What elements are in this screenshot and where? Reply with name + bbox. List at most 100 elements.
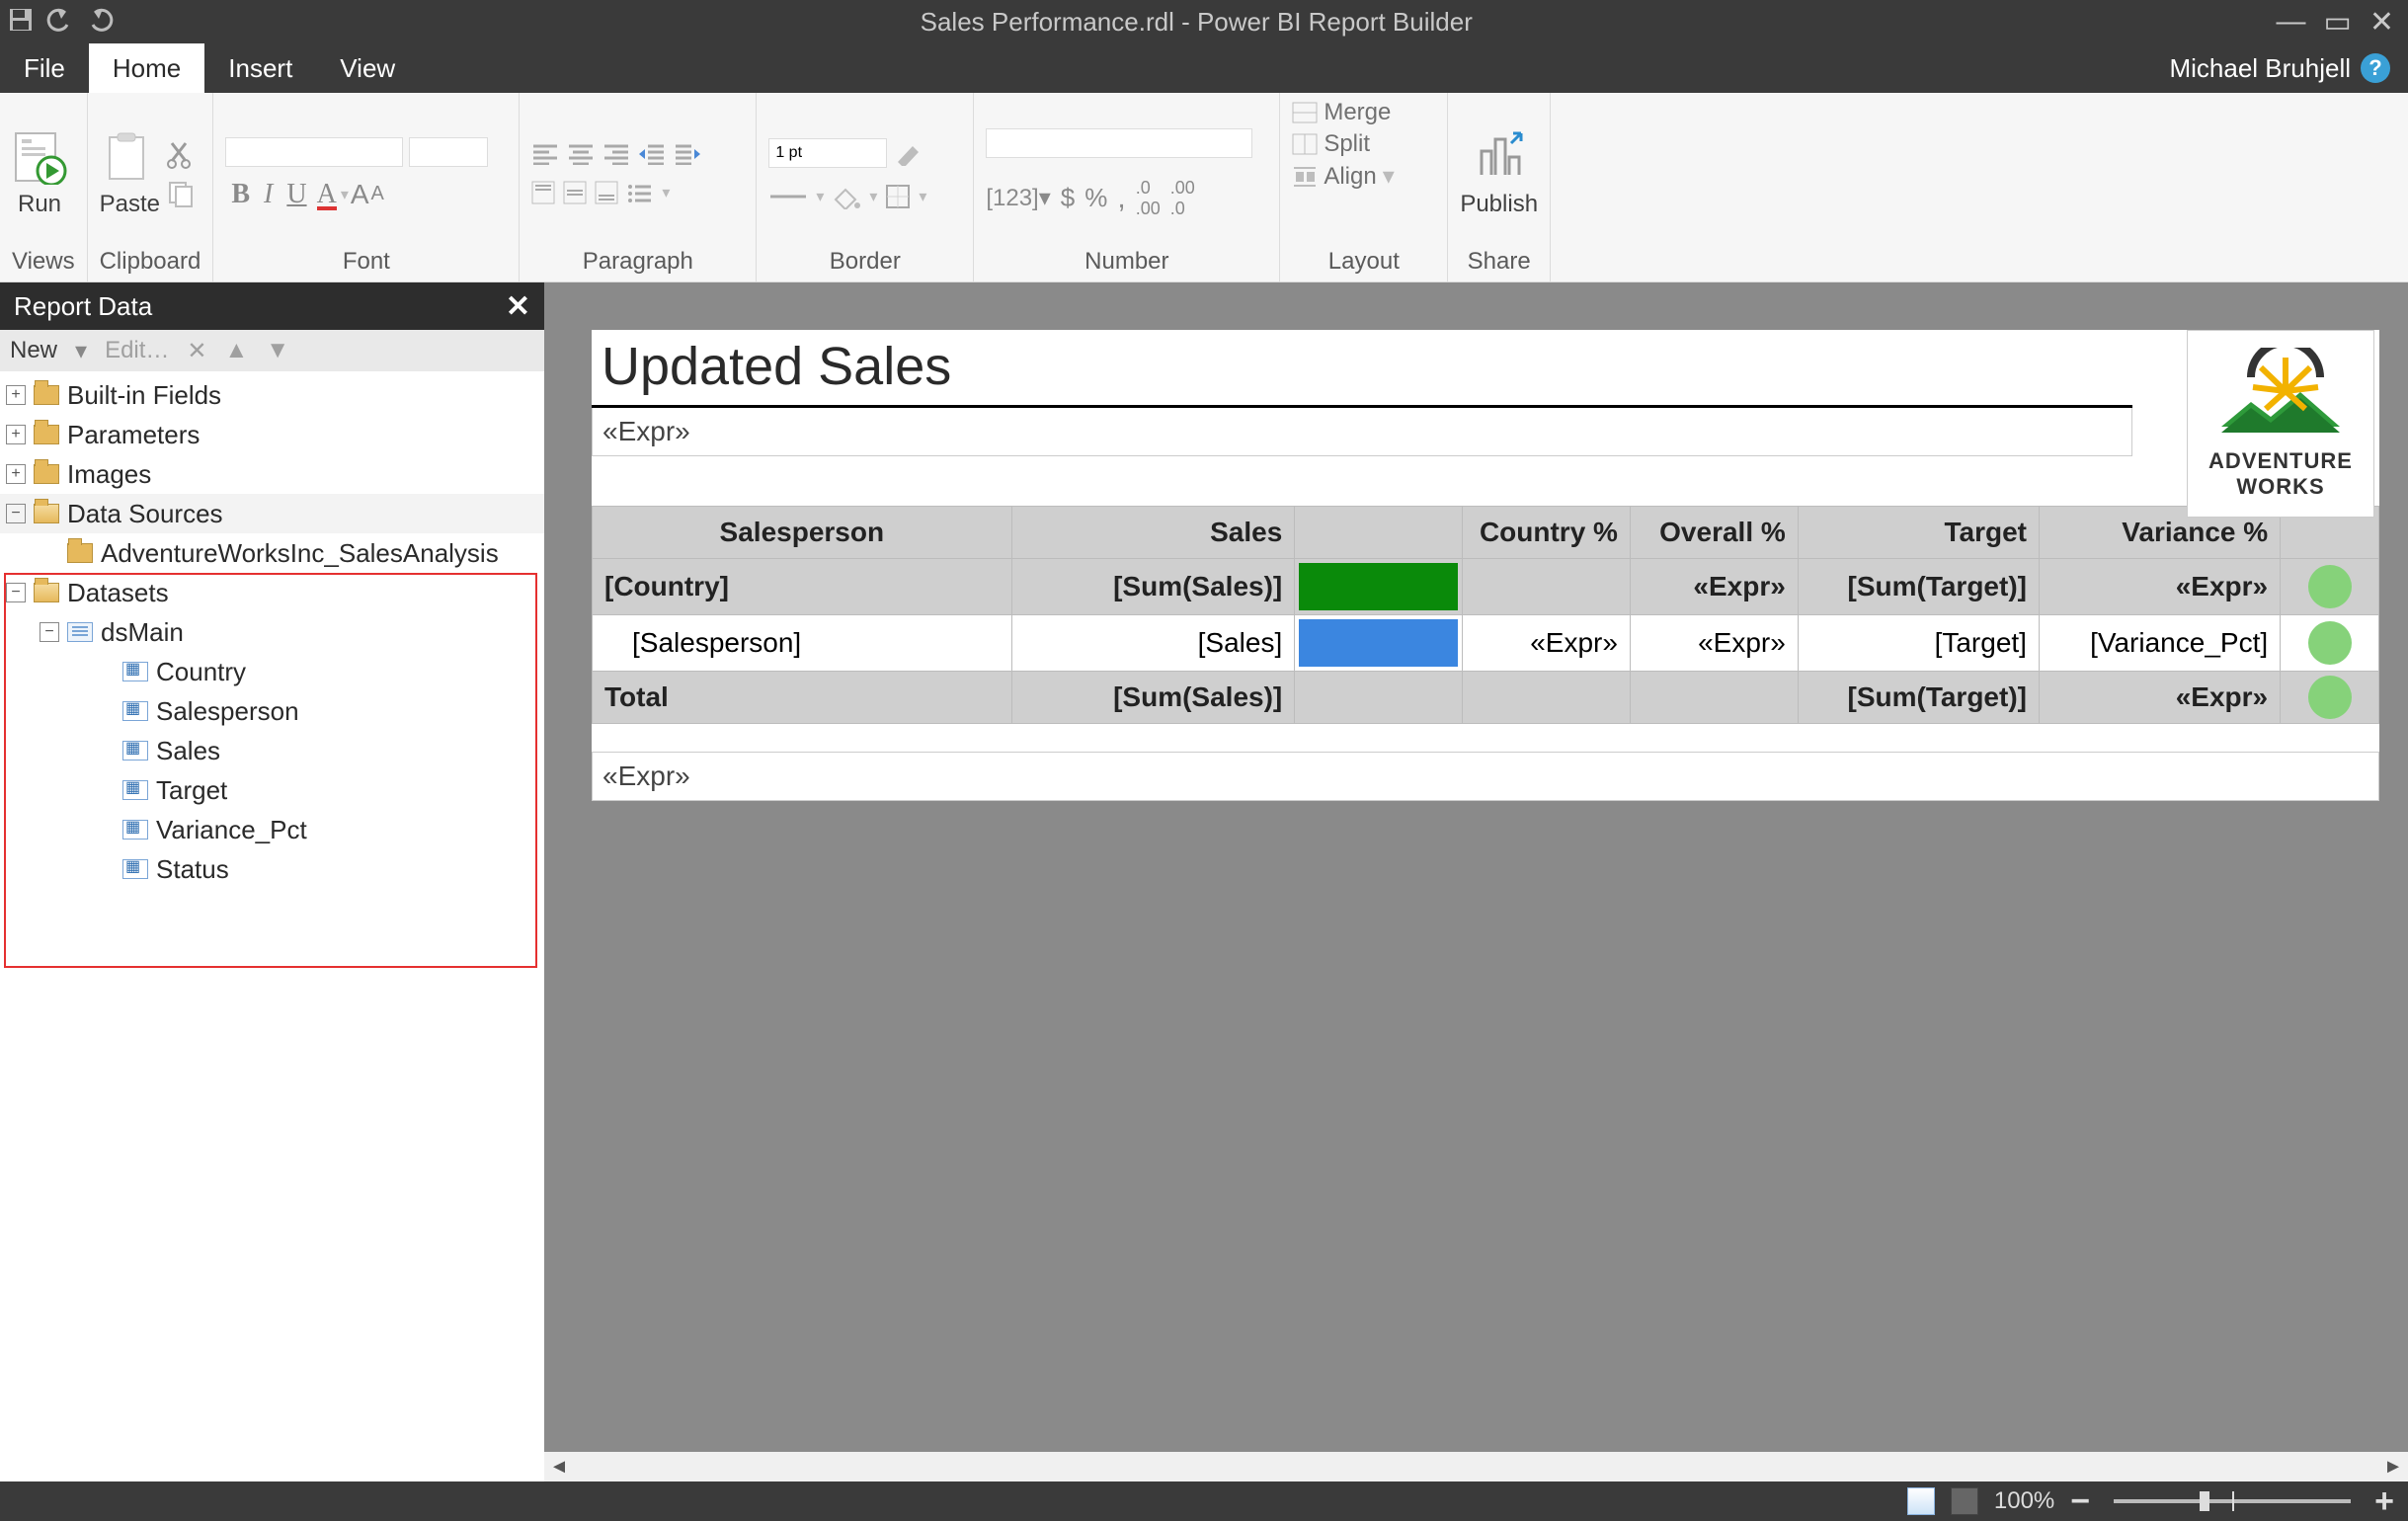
panel-tree[interactable]: +Built-in Fields +Parameters +Images −Da…: [0, 371, 544, 1481]
cell[interactable]: [Variance_Pct]: [2039, 615, 2280, 672]
tree-parameters[interactable]: Parameters: [67, 420, 200, 450]
font-shrink-button[interactable]: A: [371, 183, 384, 205]
preview-icon[interactable]: [1951, 1487, 1978, 1515]
tree-field[interactable]: Salesperson: [156, 696, 299, 727]
cell[interactable]: [Target]: [1798, 615, 2039, 672]
decrease-decimal-icon[interactable]: .00.0: [1170, 178, 1195, 219]
tree-field[interactable]: Status: [156, 854, 229, 885]
cell-indicator[interactable]: [2281, 559, 2379, 615]
placeholder-icon[interactable]: [123]▾: [986, 184, 1050, 212]
align-left-icon[interactable]: [531, 143, 559, 165]
tree-datasets[interactable]: Datasets: [67, 578, 169, 608]
col-salesperson[interactable]: Salesperson: [593, 507, 1012, 559]
align-center-icon[interactable]: [567, 143, 595, 165]
tree-field[interactable]: Target: [156, 775, 227, 806]
publish-button[interactable]: Publish: [1460, 129, 1538, 218]
cell[interactable]: [Sum(Sales)]: [1011, 559, 1295, 615]
col-country-pct[interactable]: Country %: [1463, 507, 1631, 559]
tab-insert[interactable]: Insert: [204, 43, 316, 93]
col-sales[interactable]: Sales: [1011, 507, 1295, 559]
tree-ds-item[interactable]: AdventureWorksInc_SalesAnalysis: [101, 538, 499, 569]
cell[interactable]: [Sum(Target)]: [1798, 559, 2039, 615]
outdent-icon[interactable]: [638, 143, 666, 165]
report-subtitle[interactable]: «Expr»: [592, 408, 2132, 456]
scroll-left-icon[interactable]: ◄: [544, 1456, 574, 1479]
align-right-icon[interactable]: [602, 143, 630, 165]
run-button[interactable]: Run: [12, 129, 67, 218]
cell[interactable]: Total: [593, 672, 1012, 724]
expand-icon[interactable]: +: [6, 425, 26, 444]
currency-icon[interactable]: $: [1061, 183, 1075, 213]
zoom-slider[interactable]: [2114, 1499, 2351, 1503]
tab-file[interactable]: File: [0, 43, 89, 93]
col-target[interactable]: Target: [1798, 507, 2039, 559]
merge-button[interactable]: Merge: [1292, 99, 1391, 126]
cell[interactable]: «Expr»: [1630, 559, 1798, 615]
collapse-icon[interactable]: −: [40, 622, 59, 642]
copy-icon[interactable]: [166, 179, 196, 208]
report-footer[interactable]: «Expr»: [592, 752, 2379, 801]
cell[interactable]: [1630, 672, 1798, 724]
border-style-icon[interactable]: [768, 187, 808, 206]
help-icon[interactable]: ?: [2361, 53, 2390, 83]
italic-button[interactable]: I: [258, 179, 279, 210]
panel-close-icon[interactable]: ✕: [506, 289, 530, 324]
cell[interactable]: «Expr»: [1630, 615, 1798, 672]
cell-indicator[interactable]: [2281, 672, 2379, 724]
valign-middle-icon[interactable]: [563, 181, 587, 204]
cell-bar[interactable]: [1295, 559, 1463, 615]
tab-home[interactable]: Home: [89, 43, 204, 93]
expand-icon[interactable]: +: [6, 385, 26, 405]
cell[interactable]: [1463, 672, 1631, 724]
design-canvas[interactable]: ADVENTURE WORKS Updated Sales «Expr» Sal…: [544, 282, 2408, 1452]
close-button[interactable]: ✕: [2369, 5, 2394, 40]
cell[interactable]: «Expr»: [2039, 559, 2280, 615]
scroll-right-icon[interactable]: ►: [2378, 1456, 2408, 1479]
valign-top-icon[interactable]: [531, 181, 555, 204]
percent-icon[interactable]: %: [1084, 183, 1107, 213]
tree-images[interactable]: Images: [67, 459, 151, 490]
col-bar[interactable]: [1295, 507, 1463, 559]
cut-icon[interactable]: [166, 139, 196, 169]
collapse-icon[interactable]: −: [6, 504, 26, 523]
thousands-icon[interactable]: ,: [1117, 182, 1125, 215]
bold-button[interactable]: B: [225, 179, 256, 210]
cell[interactable]: [1295, 672, 1463, 724]
font-grow-button[interactable]: A: [351, 179, 369, 210]
tree-field[interactable]: Sales: [156, 736, 220, 766]
cell[interactable]: [Sum(Target)]: [1798, 672, 2039, 724]
paste-button[interactable]: Paste: [100, 129, 160, 218]
number-format-select[interactable]: [986, 128, 1252, 158]
cell[interactable]: [Country]: [593, 559, 1012, 615]
tree-builtin[interactable]: Built-in Fields: [67, 380, 221, 411]
horizontal-scrollbar[interactable]: ◄ ►: [544, 1452, 2408, 1481]
maximize-button[interactable]: ▭: [2324, 5, 2352, 40]
underline-button[interactable]: U: [281, 179, 312, 210]
report-title[interactable]: Updated Sales: [592, 330, 2132, 405]
border-color-icon[interactable]: [895, 140, 924, 166]
split-button[interactable]: Split: [1292, 130, 1370, 158]
zoom-out-button[interactable]: −: [2070, 1482, 2090, 1521]
design-view-icon[interactable]: [1907, 1487, 1935, 1515]
undo-icon[interactable]: [43, 7, 75, 38]
font-family-select[interactable]: [225, 137, 403, 167]
panel-new-button[interactable]: New: [10, 337, 57, 364]
border-preset-icon[interactable]: [885, 184, 911, 209]
font-size-select[interactable]: [409, 137, 488, 167]
save-icon[interactable]: [8, 7, 34, 38]
cell[interactable]: «Expr»: [1463, 615, 1631, 672]
cell[interactable]: [Salesperson]: [593, 615, 1012, 672]
expand-icon[interactable]: +: [6, 464, 26, 484]
cell-bar[interactable]: [1295, 615, 1463, 672]
bullet-list-icon[interactable]: [626, 182, 654, 203]
cell[interactable]: [Sum(Sales)]: [1011, 672, 1295, 724]
valign-bottom-icon[interactable]: [595, 181, 618, 204]
tab-view[interactable]: View: [316, 43, 419, 93]
tree-field[interactable]: Country: [156, 657, 246, 687]
collapse-icon[interactable]: −: [6, 583, 26, 602]
border-width-select[interactable]: 1 pt: [768, 138, 887, 168]
tree-dsmain[interactable]: dsMain: [101, 617, 184, 648]
tree-datasources[interactable]: Data Sources: [67, 499, 223, 529]
zoom-in-button[interactable]: +: [2374, 1482, 2394, 1521]
cell[interactable]: «Expr»: [2039, 672, 2280, 724]
